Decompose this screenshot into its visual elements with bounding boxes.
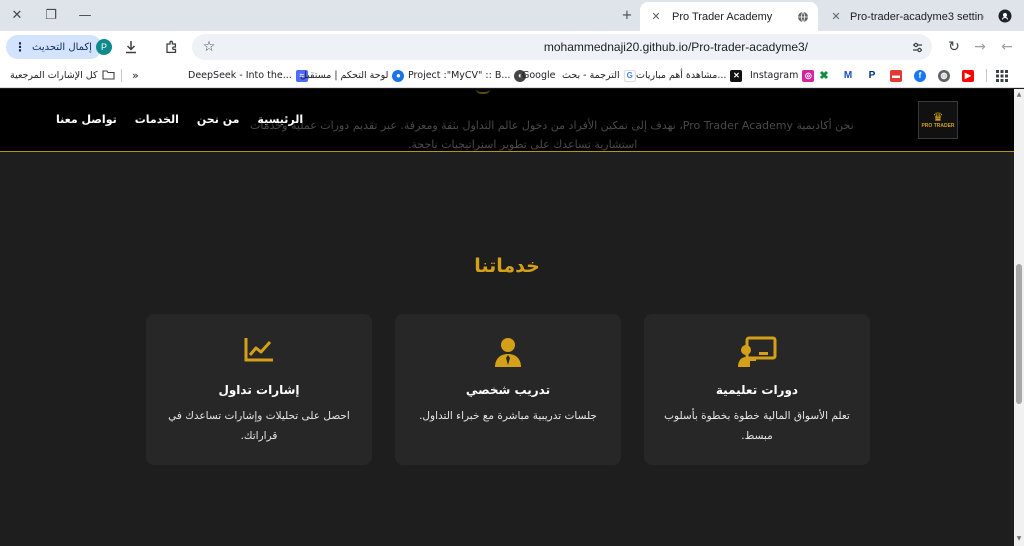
bookmark-matches[interactable]: مشاهدة أهم مباريات... ✕ (636, 67, 743, 84)
teacher-board-icon (644, 336, 870, 368)
card-description: جلسات تدريبية مباشرة مع خبراء التداول. (419, 410, 597, 422)
page-scrollbar[interactable]: ▲ ▼ (1014, 89, 1024, 546)
bookmark-youtube[interactable]: ▶ (962, 67, 974, 84)
globe-icon (796, 10, 810, 24)
download-icon[interactable] (118, 34, 144, 60)
bookmark-label: الترجمة - بحث (562, 70, 620, 81)
service-card-signals: إشارات تداول احصل على تحليلات وإشارات تس… (146, 314, 372, 465)
bookmark-deepseek[interactable]: DeepSeek - Into the... ≈ (188, 67, 308, 84)
update-button[interactable]: ⋮ إكمال التحديث (6, 35, 102, 59)
nav-link-about[interactable]: من نحن (197, 113, 240, 126)
site-navbar: نحن أكاديمية Pro Trader Academy، نهدف إل… (0, 89, 1014, 152)
tab-strip: ✕ ❐ — + ✕ Pro Trader Academy ✕ Pro-trade… (0, 0, 1024, 31)
services-title: خدماتنا (474, 255, 540, 277)
site-settings-icon[interactable] (904, 34, 930, 60)
reload-icon[interactable]: ↻ (941, 34, 967, 60)
person-tie-icon (395, 336, 621, 368)
about-text-line-1: نحن أكاديمية Pro Trader Academy، نهدف إل… (250, 119, 854, 132)
bookmark-all-bookmarks[interactable]: كل الإشارات المرجعية (10, 67, 115, 84)
forward-arrow-icon[interactable]: → (967, 34, 993, 60)
service-card-training: تدريب شخصي جلسات تدريبية مباشرة مع خبراء… (395, 314, 621, 465)
bookmark-label: مشاهدة أهم مباريات... (636, 70, 727, 81)
bookmark-red-app[interactable]: ▬ (890, 67, 902, 84)
tab-title: Pro Trader Academy (672, 10, 773, 23)
apps-grid-icon[interactable] (996, 67, 1008, 84)
bookmark-label: Instagram (750, 70, 799, 81)
browser-toolbar: ⋮ إكمال التحديث P ☆ mohammednaji20.githu… (0, 31, 1024, 63)
bookmark-globe[interactable]: ◍ (938, 67, 950, 84)
tab-title: Pro-trader-acadyme3 settings (850, 10, 984, 23)
url-text: mohammednaji20.github.io/Pro-trader-acad… (543, 40, 808, 54)
bookmark-x-green[interactable]: ✖ (818, 67, 830, 84)
paypal-icon: P (866, 69, 878, 82)
logo-text: PRO TRADER (921, 123, 955, 129)
bookmark-label: لوحة التحكم | مستقبل (300, 70, 389, 81)
bookmark-label: Project :"MyCV" :: B... (408, 70, 511, 81)
bookmark-label: كل الإشارات المرجعية (10, 70, 98, 81)
bookmark-label: Google (522, 70, 556, 81)
bookmarks-separator (121, 69, 122, 82)
x-green-icon: ✖ (818, 69, 830, 82)
bookmark-mexc[interactable]: M (842, 67, 854, 84)
crown-icon: ♛ (932, 110, 944, 124)
window-restore-icon[interactable]: ❐ (34, 0, 68, 31)
bookmark-translate[interactable]: الترجمة - بحث G (562, 67, 636, 84)
bookmark-paypal[interactable]: P (866, 67, 878, 84)
bookmark-facebook[interactable]: f (914, 67, 926, 84)
site-logo[interactable]: ♛ PRO TRADER (918, 101, 958, 139)
chevron-more-icon[interactable]: » (132, 67, 139, 84)
card-title: دورات تعليمية (715, 383, 799, 397)
back-arrow-icon[interactable]: ← (994, 34, 1020, 60)
bookmark-project-mycv[interactable]: Project :"MyCV" :: B... ◐ (408, 67, 527, 84)
page-viewport: نحن أكاديمية Pro Trader Academy، نهدف إل… (0, 89, 1014, 546)
tab-settings[interactable]: ✕ Pro-trader-acadyme3 settings (820, 2, 992, 31)
card-title: إشارات تداول (218, 383, 300, 397)
google-icon: G (623, 69, 636, 82)
card-description: تعلم الأسواق المالية خطوة بخطوة بأسلوب م… (664, 410, 850, 442)
bookmark-star-icon[interactable]: ☆ (196, 34, 222, 60)
tab-pro-trader-academy[interactable]: ✕ Pro Trader Academy (640, 2, 818, 31)
nav-link-contact[interactable]: تواصل معنا (56, 113, 117, 126)
bookmark-dashboard[interactable]: لوحة التحكم | مستقبل ● (300, 67, 405, 84)
soccer-icon: ✕ (730, 69, 743, 82)
window-close-icon[interactable]: ✕ (0, 0, 34, 31)
new-tab-button[interactable]: + (610, 0, 644, 31)
facebook-icon: f (914, 69, 926, 82)
red-app-icon: ▬ (890, 69, 902, 82)
github-icon (990, 0, 1020, 31)
scrollbar-thumb[interactable] (1016, 264, 1022, 404)
instagram-icon: ◎ (802, 69, 815, 82)
scroll-down-icon[interactable]: ▼ (1015, 535, 1023, 543)
mexc-icon: M (842, 69, 854, 82)
update-button-label: إكمال التحديث (32, 41, 92, 53)
window-minimize-icon[interactable]: — (68, 0, 102, 31)
nav-link-home[interactable]: الرئيسية (257, 113, 303, 126)
decor-arc-icon (476, 89, 490, 94)
card-title: تدريب شخصي (465, 383, 551, 397)
bookmarks-bar: كل الإشارات المرجعية » DeepSeek - Into t… (0, 63, 1024, 88)
tab-close-icon[interactable]: ✕ (828, 10, 844, 23)
globe-icon: ◍ (938, 69, 950, 82)
chart-line-icon (146, 336, 372, 368)
bookmark-instagram[interactable]: Instagram ◎ (750, 67, 815, 84)
address-bar[interactable]: ☆ mohammednaji20.github.io/Pro-trader-ac… (192, 34, 932, 60)
site-nav-links: الرئيسية من نحن الخدمات تواصل معنا (56, 113, 303, 126)
profile-avatar[interactable]: P (96, 39, 112, 55)
dashboard-icon: ● (392, 69, 405, 82)
scroll-up-icon[interactable]: ▲ (1015, 91, 1023, 99)
folder-icon (101, 69, 115, 83)
about-text-line-2: استشارية تساعدك على تطوير استراتيجيات نا… (408, 138, 638, 151)
bookmarks-separator (986, 69, 987, 82)
more-vert-icon: ⋮ (14, 40, 26, 54)
bookmark-google[interactable]: Google (522, 67, 556, 84)
bookmark-label: DeepSeek - Into the... (188, 70, 292, 81)
tab-close-icon[interactable]: ✕ (648, 10, 664, 23)
nav-link-services[interactable]: الخدمات (135, 113, 179, 126)
service-card-courses: دورات تعليمية تعلم الأسواق المالية خطوة … (644, 314, 870, 465)
extensions-icon[interactable] (158, 34, 184, 60)
card-description: احصل على تحليلات وإشارات تساعدك في قرارا… (168, 410, 350, 442)
youtube-icon: ▶ (962, 69, 974, 82)
